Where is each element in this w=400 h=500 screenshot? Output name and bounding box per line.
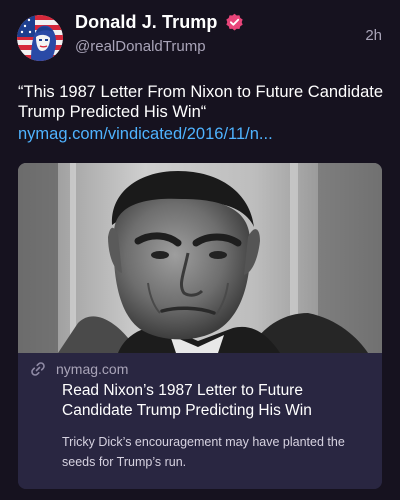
black-and-white-portrait-photo-icon <box>18 163 382 353</box>
link-preview-image <box>18 163 382 353</box>
post-link[interactable]: nymag.com/vindicated/2016/11/n... <box>18 124 384 144</box>
link-preview-meta: nymag.com Read Nixon’s 1987 Letter to Fu… <box>18 353 382 489</box>
author-name-row: Donald J. Trump <box>75 12 244 33</box>
author-handle[interactable]: @realDonaldTrump <box>75 38 206 55</box>
verified-badge-icon <box>225 13 243 31</box>
link-icon <box>31 362 45 376</box>
link-preview-card[interactable]: nymag.com Read Nixon’s 1987 Letter to Fu… <box>18 163 382 489</box>
avatar[interactable] <box>17 15 63 61</box>
avatar-flag-portrait-icon <box>17 15 63 61</box>
post[interactable]: Donald J. Trump @realDonaldTrump 2h “Thi… <box>0 0 400 500</box>
post-timestamp[interactable]: 2h <box>365 27 382 44</box>
link-preview-title: Read Nixon’s 1987 Letter to Future Candi… <box>62 382 312 419</box>
author-display-name[interactable]: Donald J. Trump <box>75 12 218 33</box>
link-preview-domain-row: nymag.com <box>30 361 128 377</box>
link-preview-domain: nymag.com <box>56 361 129 377</box>
link-preview-description: Tricky Dick’s encouragement may have pla… <box>62 435 345 469</box>
post-text: “This 1987 Letter From Nixon to Future C… <box>18 83 384 121</box>
